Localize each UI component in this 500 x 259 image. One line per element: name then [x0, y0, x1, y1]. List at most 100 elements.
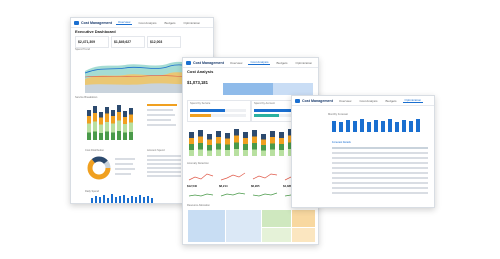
app-logo[interactable]: Cost Management — [74, 20, 112, 25]
treemap-cell[interactable] — [291, 209, 316, 229]
tab-optimization[interactable]: Optimization — [294, 61, 315, 65]
tab-cost-analysis[interactable]: Cost Analysis — [357, 99, 379, 103]
app-logo[interactable]: Cost Management — [186, 60, 224, 65]
legend-row — [147, 124, 176, 126]
table-row — [147, 159, 181, 161]
tab-overview[interactable]: Overview — [115, 20, 133, 25]
bar — [416, 119, 420, 132]
stat-value: $12,003 — [150, 40, 163, 44]
stat-card-savings[interactable]: $12,003 — [147, 36, 181, 48]
card-title: Spend by Service — [190, 102, 211, 105]
table-row — [147, 163, 181, 165]
table-row[interactable] — [332, 157, 428, 159]
spark-value-1: $12,540 — [187, 184, 198, 188]
bar — [252, 130, 257, 156]
tab-overview[interactable]: Overview — [228, 61, 245, 65]
table-row[interactable] — [332, 162, 428, 164]
bar — [270, 131, 275, 156]
table-row — [147, 175, 181, 177]
bar — [119, 196, 121, 203]
tab-budgets[interactable]: Budgets — [162, 21, 177, 25]
stat-card-forecast[interactable]: $1,849,627 — [111, 36, 145, 48]
logo-icon — [295, 98, 300, 103]
bar — [346, 120, 350, 132]
legend-row — [115, 163, 133, 165]
progress-fill-strong — [223, 83, 273, 95]
bar — [151, 198, 153, 203]
table-row[interactable] — [332, 187, 428, 189]
sparkline-5 — [188, 193, 214, 197]
table-row[interactable] — [332, 167, 428, 169]
bar-3 — [99, 112, 103, 140]
service-breakdown-bars — [87, 102, 141, 140]
bar — [339, 122, 343, 132]
bar — [135, 197, 137, 203]
forecast-table — [332, 147, 430, 203]
tab-budgets[interactable]: Budgets — [274, 61, 289, 65]
treemap-cell[interactable] — [187, 209, 227, 243]
logo-icon — [74, 20, 79, 25]
bar — [207, 134, 212, 156]
tab-cost-analysis[interactable]: Cost Analysis — [136, 21, 158, 25]
legend-row — [115, 168, 135, 170]
table-row[interactable] — [332, 182, 428, 184]
sparkline-1 — [188, 173, 214, 181]
bar — [353, 121, 357, 132]
bar — [234, 129, 239, 156]
forecast-table-title[interactable]: Forecast Details — [332, 141, 351, 144]
stat-value: $2,471,309 — [78, 40, 95, 44]
treemap-cell[interactable] — [261, 227, 293, 243]
anomaly-title: Anomaly Detection — [187, 162, 209, 165]
stat-card-total[interactable]: $2,471,309 — [75, 36, 109, 48]
table-row[interactable] — [332, 172, 428, 174]
tab-cost-analysis[interactable]: Cost Analysis — [248, 60, 271, 65]
spark-value-2: $8,214 — [219, 184, 228, 188]
forecast-window: Cost Management Overview Cost Analysis B… — [291, 95, 435, 208]
tab-optimization[interactable]: Optimization — [182, 21, 203, 25]
top-navigation: Cost Management Overview Cost Analysis B… — [292, 96, 434, 106]
service-breakdown-title: Service Breakdown — [75, 96, 98, 99]
tab-budgets[interactable]: Budgets — [383, 99, 398, 103]
table-row[interactable] — [332, 152, 428, 154]
daily-spend-bars — [91, 194, 187, 203]
bar — [374, 120, 378, 132]
table-row — [147, 167, 181, 169]
bar — [198, 130, 203, 156]
cost-distribution-title: Cost Distribution — [85, 149, 105, 152]
page-title: Cost Analysis — [187, 69, 214, 74]
bar — [409, 121, 413, 132]
bar — [381, 121, 385, 132]
legend-row — [147, 109, 173, 111]
bar — [99, 197, 101, 203]
app-name: Cost Management — [302, 98, 333, 103]
total-cost-value: $1,073,181 — [187, 80, 208, 85]
treemap-cell[interactable] — [291, 227, 316, 243]
resource-treemap — [187, 209, 316, 243]
tab-overview[interactable]: Overview — [337, 99, 354, 103]
sparkline-6 — [220, 192, 246, 197]
app-logo[interactable]: Cost Management — [295, 98, 333, 103]
bar — [143, 197, 145, 203]
bar — [189, 132, 194, 156]
legend-row — [147, 119, 171, 121]
bar — [103, 195, 105, 203]
table-row[interactable] — [332, 192, 428, 194]
daily-spend-title: Daily Spend — [85, 190, 99, 193]
treemap-cell[interactable] — [225, 209, 263, 243]
bar — [360, 119, 364, 132]
bar — [225, 133, 230, 156]
table-row[interactable] — [332, 177, 428, 179]
bar — [395, 122, 399, 132]
sparkline-3 — [252, 173, 278, 180]
stat-value: $1,849,627 — [114, 40, 131, 44]
bar-6 — [117, 105, 121, 140]
bar-1 — [87, 110, 91, 140]
resource-allocation-title: Resource Allocation — [187, 204, 210, 207]
legend-row — [147, 104, 177, 106]
treemap-cell[interactable] — [261, 209, 293, 229]
spend-trend-title: Spend Trend — [75, 48, 90, 51]
bar — [261, 134, 266, 156]
tab-optimization[interactable]: Optimization — [402, 98, 424, 103]
bar-8 — [129, 108, 133, 140]
app-name: Cost Management — [81, 20, 112, 25]
